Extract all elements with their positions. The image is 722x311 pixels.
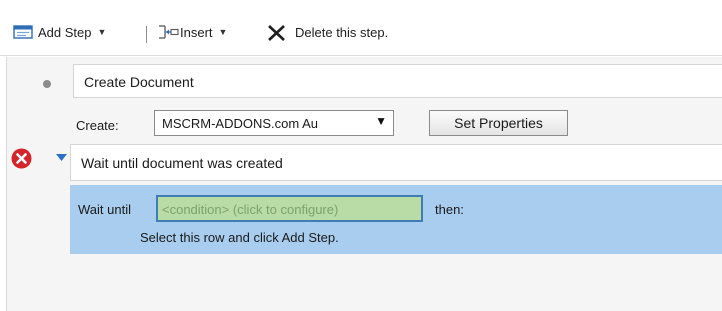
add-step-icon	[13, 25, 33, 39]
add-step-button[interactable]: Add Step ▼	[13, 22, 106, 42]
step-title: Create Document	[84, 74, 194, 90]
chevron-down-icon: ▼	[218, 27, 228, 37]
insert-button[interactable]: Insert ▼	[157, 22, 227, 42]
step-title: Wait until document was created	[81, 155, 283, 171]
dropdown-arrow-icon: ▼	[375, 114, 387, 128]
wait-until-label: Wait until	[78, 202, 131, 217]
condition-placeholder-text: <condition> (click to configure)	[162, 202, 339, 217]
insert-label: Insert	[180, 24, 213, 40]
workflow-designer: Add Step ▼ Insert ▼ Delete this step. Cr…	[0, 0, 722, 311]
add-step-label: Add Step	[38, 24, 92, 40]
collapse-arrow-icon[interactable]	[56, 154, 67, 162]
then-label: then:	[435, 202, 464, 217]
create-label: Create:	[76, 118, 119, 133]
condition-row[interactable]: Wait until <condition> (click to configu…	[70, 185, 722, 254]
error-icon	[11, 148, 32, 169]
step-bullet-icon	[43, 80, 51, 88]
delete-x-icon	[268, 24, 285, 41]
entity-select[interactable]: MSCRM-ADDONS.com Au ▼	[154, 110, 394, 136]
create-row: Create: MSCRM-ADDONS.com Au ▼ Set Proper…	[73, 98, 722, 142]
chevron-down-icon: ▼	[97, 27, 107, 37]
toolbar-divider	[146, 26, 147, 43]
toolbar: Add Step ▼ Insert ▼ Delete this step.	[0, 10, 722, 56]
add-step-hint: Select this row and click Add Step.	[140, 230, 339, 245]
delete-step-button[interactable]: Delete this step.	[266, 22, 388, 42]
insert-icon	[159, 25, 179, 39]
entity-select-value: MSCRM-ADDONS.com Au	[162, 116, 319, 131]
condition-placeholder[interactable]: <condition> (click to configure)	[156, 195, 423, 222]
step-wait-until[interactable]: Wait until document was created	[70, 144, 722, 181]
step-create-document[interactable]: Create Document	[73, 64, 722, 98]
set-properties-button[interactable]: Set Properties	[429, 110, 568, 136]
delete-step-label: Delete this step.	[295, 24, 389, 40]
step-canvas: Create Document Create: MSCRM-ADDONS.com…	[6, 57, 722, 311]
